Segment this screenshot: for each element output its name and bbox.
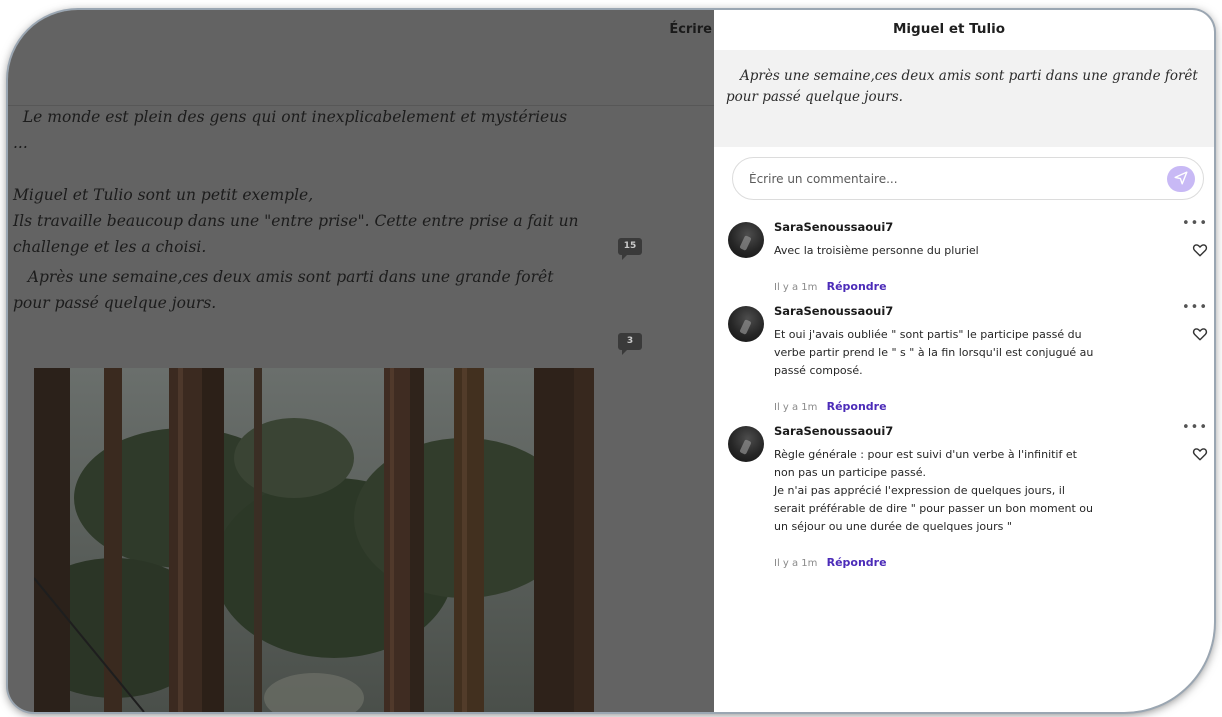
doc-paragraph: Après une semaine,ces deux amis sont par… [13, 268, 554, 286]
comment-line: Je n'ai pas apprécié l'expression de que… [774, 484, 1065, 497]
comment-line: passé composé. [774, 364, 863, 377]
send-icon [1174, 170, 1188, 189]
send-button[interactable] [1167, 166, 1195, 192]
comment-author[interactable]: SaraSenoussaoui7 [774, 304, 893, 318]
comment-line: verbe partir prend le " s " à la fin lor… [774, 346, 1094, 359]
comment-line: Et oui j'avais oubliée " sont partis" le… [774, 328, 1082, 341]
more-icon[interactable]: ••• [1182, 216, 1208, 231]
comment-time: Il y a 1m [774, 282, 818, 293]
heart-icon[interactable] [1192, 446, 1208, 465]
comment-badge-icon[interactable]: 15 [618, 238, 642, 260]
comment-body: Et oui j'avais oubliée " sont partis" le… [774, 326, 1154, 380]
document-text: Le monde est plein des gens qui ont inex… [13, 104, 613, 316]
heart-icon[interactable] [1192, 326, 1208, 345]
comment-line: Avec la troisième personne du pluriel [774, 244, 979, 257]
heart-icon[interactable] [1192, 242, 1208, 261]
avatar[interactable] [728, 222, 764, 258]
quoted-passage: Après une semaine,ces deux amis sont par… [714, 50, 1214, 147]
doc-blank-line [13, 156, 613, 182]
doc-paragraph: Ils travaille beaucoup dans une "entre p… [13, 212, 579, 230]
comment-author[interactable]: SaraSenoussaoui7 [774, 220, 893, 234]
comment-meta: Il y a 1m Répondre [774, 280, 887, 293]
comment-item: SaraSenoussaoui7 ••• Règle générale : po… [728, 420, 1208, 574]
comments-panel: Miguel et Tulio Après une semaine,ces de… [714, 10, 1214, 712]
more-icon[interactable]: ••• [1182, 420, 1208, 435]
comment-line: un séjour ou une durée de quelques jours… [774, 520, 1012, 533]
doc-paragraph: Le monde est plein des gens qui ont inex… [13, 108, 568, 126]
comment-input[interactable] [749, 168, 1149, 190]
doc-paragraph: Miguel et Tulio sont un petit exemple, [13, 186, 314, 204]
comment-meta: Il y a 1m Répondre [774, 400, 887, 413]
comment-meta: Il y a 1m Répondre [774, 556, 887, 569]
quoted-text: Après une semaine,ces deux amis sont par… [726, 68, 1198, 105]
comment-body: Règle générale : pour est suivi d'un ver… [774, 446, 1154, 536]
comment-line: non pas un participe passé. [774, 466, 926, 479]
avatar[interactable] [728, 306, 764, 342]
comment-badge-icon[interactable]: 3 [618, 333, 642, 355]
panel-title: Miguel et Tulio [893, 21, 1005, 37]
document-toolbar: Écrire [8, 10, 714, 106]
doc-paragraph: challenge et les a choisi. [13, 238, 207, 256]
write-button[interactable]: Écrire [669, 22, 712, 37]
reply-button[interactable]: Répondre [827, 556, 887, 569]
comment-item: SaraSenoussaoui7 ••• Et oui j'avais oubl… [728, 300, 1208, 414]
comment-time: Il y a 1m [774, 558, 818, 569]
more-icon[interactable]: ••• [1182, 300, 1208, 315]
reply-button[interactable]: Répondre [827, 280, 887, 293]
comment-time: Il y a 1m [774, 402, 818, 413]
comment-author[interactable]: SaraSenoussaoui7 [774, 424, 893, 438]
document-area: Écrire Le monde est plein des gens qui o… [8, 10, 714, 712]
comment-body: Avec la troisième personne du pluriel [774, 242, 1154, 260]
comment-line: Règle générale : pour est suivi d'un ver… [774, 448, 1077, 461]
doc-paragraph: ... [13, 134, 28, 152]
app-frame: Écrire Le monde est plein des gens qui o… [8, 10, 1214, 712]
comment-item: SaraSenoussaoui7 ••• Avec la troisième p… [728, 216, 1208, 300]
comment-line: serait préférable de dire " pour passer … [774, 502, 1093, 515]
avatar[interactable] [728, 426, 764, 462]
reply-button[interactable]: Répondre [827, 400, 887, 413]
forest-image [34, 368, 594, 712]
comment-input-container [732, 157, 1204, 200]
doc-paragraph: pour passé quelque jours. [13, 294, 217, 312]
